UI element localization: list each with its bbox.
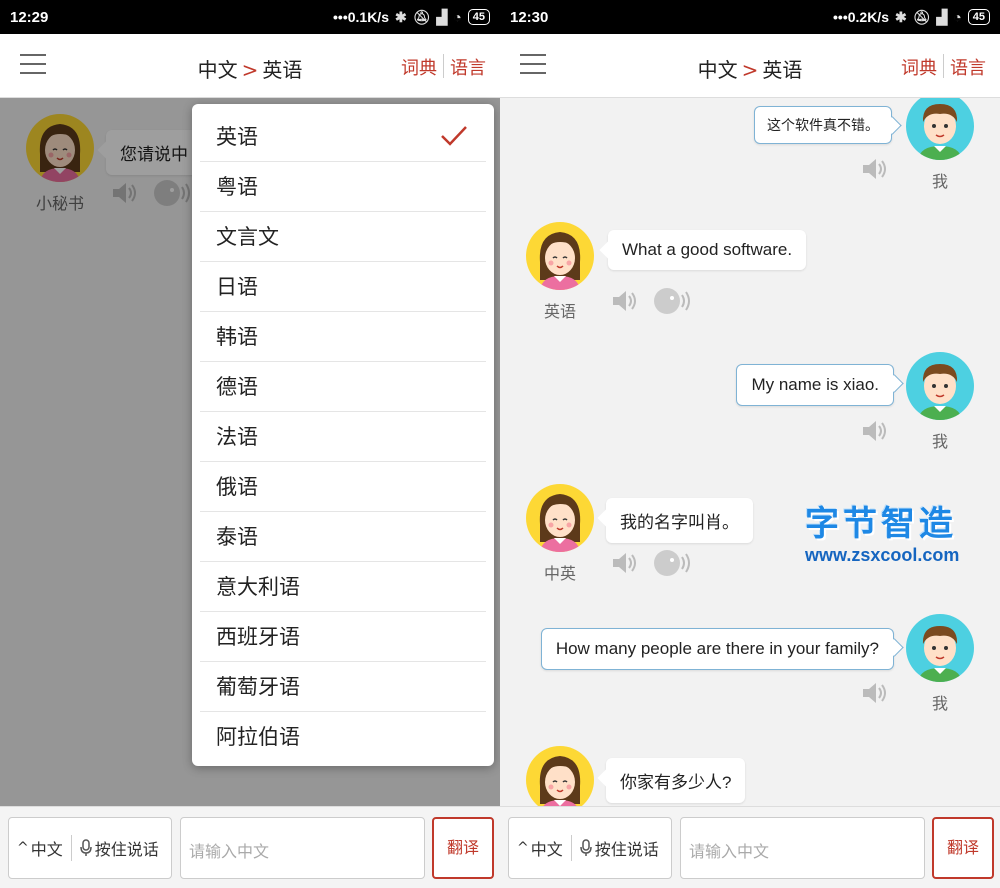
text-input[interactable]: 请输入中文	[680, 817, 925, 879]
hold-to-talk-button[interactable]: 按住说话	[72, 836, 167, 860]
bluetooth-icon: ✱	[894, 8, 907, 25]
watermark-url: www.zsxcool.com	[805, 545, 960, 565]
chevron-up-icon: ^	[17, 840, 29, 856]
voice-play-icon[interactable]	[652, 548, 696, 578]
language-dropdown: 英语 粤语 文言文 日语 韩语 德语 法语 俄语 泰语 意大利语 西班牙语 葡萄…	[192, 104, 494, 766]
bot-name: 英语	[543, 302, 576, 321]
mic-icon	[80, 839, 92, 856]
user-message: My name is xiao.	[736, 364, 894, 406]
app-bar: 中文 > 英语 词典 语言	[0, 34, 500, 98]
direction-arrow: >	[741, 58, 759, 82]
lang-option-french[interactable]: 法语	[200, 412, 486, 462]
wifi-icon: ◔	[953, 9, 962, 25]
bot-avatar	[526, 484, 594, 552]
user-avatar	[906, 352, 974, 420]
lang-option-classical[interactable]: 文言文	[200, 212, 486, 262]
bot-message: What a good software.	[608, 230, 807, 270]
wifi-icon: ◔	[453, 9, 462, 25]
lang-option-english[interactable]: 英语	[200, 112, 486, 162]
dictionary-button[interactable]: 词典	[395, 54, 443, 80]
chevron-up-icon: ^	[517, 840, 529, 856]
target-language: 英语	[762, 58, 803, 82]
translate-button[interactable]: 翻译	[932, 817, 994, 879]
bot-avatar	[526, 746, 594, 806]
target-language: 英语	[262, 58, 303, 82]
battery-icon: 45	[467, 9, 490, 25]
lang-option-german[interactable]: 德语	[200, 362, 486, 412]
mute-icon: 🔕︎	[412, 8, 431, 25]
bot-message: 我的名字叫肖。	[606, 498, 753, 543]
lang-option-thai[interactable]: 泰语	[200, 512, 486, 562]
status-bar: 12:30 •••0.2K/s ✱ 🔕︎ ▟ ◔ 45	[500, 0, 1000, 34]
status-bar: 12:29 •••0.1K/s ✱ 🔕︎ ▟ ◔ 45	[0, 0, 500, 34]
speaker-icon[interactable]	[860, 680, 890, 706]
network-speed: •••0.1K/s	[333, 9, 389, 25]
input-controls: ^ 中文 按住说话	[508, 817, 672, 879]
lang-option-portuguese[interactable]: 葡萄牙语	[200, 662, 486, 712]
source-language: 中文	[197, 58, 238, 82]
speaker-icon[interactable]	[860, 418, 890, 444]
user-name: 我	[931, 694, 948, 713]
chat-area[interactable]: 我 这个软件真不错。 英语 What a good software. 我 My…	[500, 98, 1000, 806]
bot-name: 中英	[543, 564, 576, 583]
check-icon	[441, 126, 467, 146]
speaker-icon[interactable]	[860, 156, 890, 182]
translate-button[interactable]: 翻译	[432, 817, 494, 879]
lang-option-spanish[interactable]: 西班牙语	[200, 612, 486, 662]
speaker-icon[interactable]	[610, 550, 640, 576]
source-lang-button[interactable]: ^ 中文	[509, 836, 571, 860]
lang-option-arabic[interactable]: 阿拉伯语	[200, 712, 486, 762]
lang-option-italian[interactable]: 意大利语	[200, 562, 486, 612]
status-time: 12:29	[10, 8, 49, 26]
bot-message: 你家有多少人?	[606, 758, 746, 803]
voice-play-icon[interactable]	[652, 286, 696, 316]
app-bar: 中文 > 英语 词典 语言	[500, 34, 1000, 98]
battery-icon: 45	[967, 9, 990, 25]
network-speed: •••0.2K/s	[833, 9, 889, 25]
page-title: 中文 > 英语	[150, 54, 350, 83]
mute-icon: 🔕︎	[912, 8, 931, 25]
status-time: 12:30	[510, 8, 549, 26]
user-message: How many people are there in your family…	[540, 628, 894, 670]
page-title: 中文 > 英语	[650, 54, 850, 83]
lang-option-korean[interactable]: 韩语	[200, 312, 486, 362]
direction-arrow: >	[241, 58, 259, 82]
user-avatar	[906, 98, 974, 160]
mic-icon	[580, 839, 592, 856]
source-language: 中文	[697, 58, 738, 82]
user-name: 我	[931, 432, 948, 451]
watermark: 字节智造 www.zsxcool.com	[805, 496, 985, 566]
text-input[interactable]: 请输入中文	[180, 817, 425, 879]
source-lang-button[interactable]: ^ 中文	[9, 836, 71, 860]
bottom-bar: ^ 中文 按住说话 请输入中文 翻译	[0, 806, 500, 888]
right-screen: 12:30 •••0.2K/s ✱ 🔕︎ ▟ ◔ 45 中文 > 英语 词典 语言 …	[500, 0, 1000, 888]
input-controls: ^ 中文 按住说话	[8, 817, 172, 879]
bluetooth-icon: ✱	[394, 8, 407, 25]
signal-icon: ▟	[436, 8, 448, 25]
bottom-bar: ^ 中文 按住说话 请输入中文 翻译	[500, 806, 1000, 888]
language-button[interactable]: 语言	[444, 54, 492, 80]
dictionary-button[interactable]: 词典	[895, 54, 943, 80]
menu-icon[interactable]	[20, 54, 46, 76]
hold-to-talk-button[interactable]: 按住说话	[572, 836, 667, 860]
user-avatar	[906, 614, 974, 682]
watermark-title: 字节智造	[805, 504, 957, 544]
lang-option-japanese[interactable]: 日语	[200, 262, 486, 312]
language-button[interactable]: 语言	[944, 54, 992, 80]
user-message: 这个软件真不错。	[754, 106, 892, 144]
lang-option-russian[interactable]: 俄语	[200, 462, 486, 512]
bot-avatar	[526, 222, 594, 290]
signal-icon: ▟	[936, 8, 948, 25]
left-screen: 12:29 •••0.1K/s ✱ 🔕︎ ▟ ◔ 45 中文 > 英语 词典 语言 …	[0, 0, 500, 888]
speaker-icon[interactable]	[610, 288, 640, 314]
user-name: 我	[931, 172, 948, 191]
menu-icon[interactable]	[520, 54, 546, 76]
lang-option-cantonese[interactable]: 粤语	[200, 162, 486, 212]
